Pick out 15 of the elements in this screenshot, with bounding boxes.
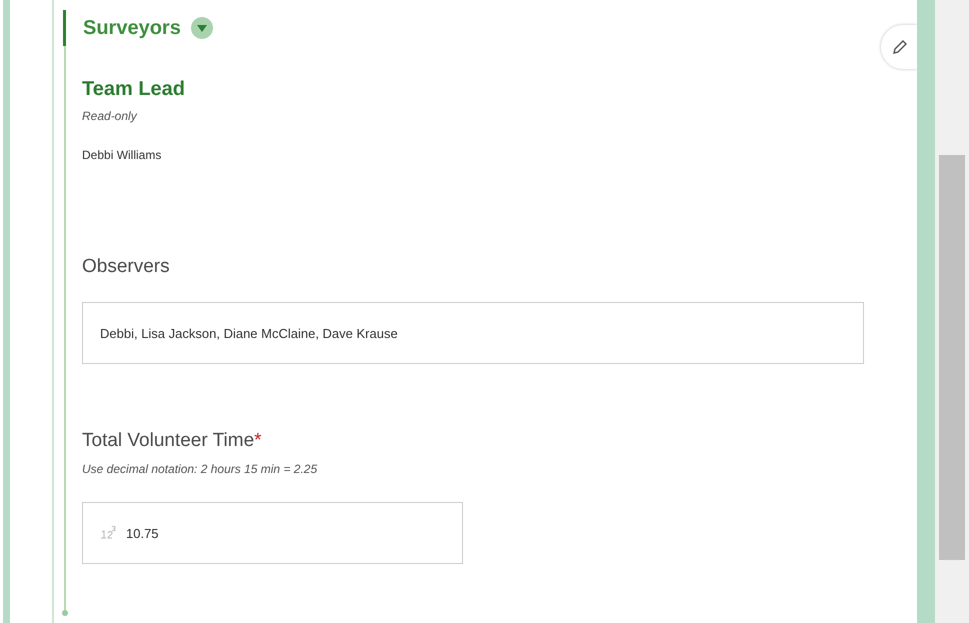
read-only-note: Read-only (82, 109, 138, 123)
number-field[interactable]: 10.75 (82, 502, 463, 564)
field-value: Debbi Williams (82, 148, 162, 162)
field-label: Observers (82, 256, 170, 278)
collapse-caret-icon[interactable] (190, 17, 213, 39)
pencil-icon (891, 38, 909, 56)
field-label: Team Lead (82, 78, 185, 101)
section-title: Surveyors (83, 16, 181, 40)
number-type-icon (100, 526, 116, 540)
field-hint: Use decimal notation: 2 hours 15 min = 2.25 (82, 462, 318, 476)
field-label: Total Volunteer Time (82, 430, 254, 452)
scrollbar-thumb[interactable] (939, 155, 965, 560)
text-field[interactable]: Debbi, Lisa Jackson, Diane McClaine, Dave Krause (82, 302, 864, 364)
required-mark: * (254, 430, 262, 452)
edit-button[interactable] (881, 25, 917, 69)
